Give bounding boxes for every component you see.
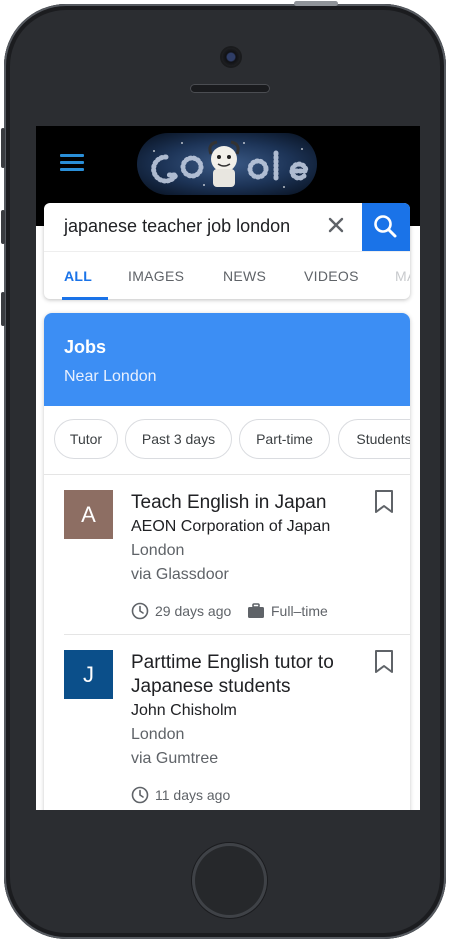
job-title[interactable]: Parttime English tutor to Japanese stude… bbox=[131, 651, 361, 699]
job-location: London bbox=[131, 726, 185, 743]
close-icon[interactable] bbox=[324, 213, 348, 237]
job-company: AEON Corporation of Japan bbox=[131, 518, 331, 535]
bookmark-icon[interactable] bbox=[374, 490, 394, 514]
filter-chip-students[interactable]: Students bbox=[338, 419, 410, 459]
company-logo: A bbox=[64, 490, 113, 539]
home-button[interactable] bbox=[192, 843, 267, 918]
google-doodle-logo[interactable] bbox=[134, 129, 320, 199]
briefcase-icon bbox=[248, 603, 264, 618]
filter-chip-tutor[interactable]: Tutor bbox=[54, 419, 118, 459]
posted-date: 29 days ago bbox=[131, 602, 231, 620]
job-type-label: Full–time bbox=[271, 603, 328, 619]
posted-label: 29 days ago bbox=[155, 603, 232, 619]
jobs-title: Jobs bbox=[64, 337, 107, 357]
power-button bbox=[294, 1, 338, 6]
volume-down-button bbox=[1, 292, 5, 326]
front-camera bbox=[222, 48, 240, 66]
jobs-header[interactable]: Jobs Near London bbox=[44, 313, 410, 406]
search-tabs: ALL IMAGES NEWS VIDEOS MAPS bbox=[44, 251, 410, 300]
volume-up-button bbox=[1, 210, 5, 244]
tab-images[interactable]: IMAGES bbox=[128, 268, 184, 284]
active-tab-indicator bbox=[62, 297, 108, 300]
search-input[interactable]: japanese teacher job london bbox=[64, 216, 290, 237]
mute-switch bbox=[1, 128, 5, 168]
posted-label: 11 days ago bbox=[155, 787, 231, 803]
jobs-location: Near London bbox=[64, 368, 157, 385]
bookmark-icon[interactable] bbox=[374, 650, 394, 674]
job-listing[interactable]: J Parttime English tutor to Japanese stu… bbox=[44, 634, 410, 810]
tab-news[interactable]: NEWS bbox=[223, 268, 266, 284]
earpiece-speaker bbox=[190, 84, 270, 93]
clock-icon bbox=[131, 602, 149, 620]
job-title[interactable]: Teach English in Japan bbox=[131, 491, 361, 515]
job-company: John Chisholm bbox=[131, 702, 237, 719]
clock-icon bbox=[131, 786, 149, 804]
search-icon bbox=[374, 215, 397, 238]
filter-chip-part-time[interactable]: Part-time bbox=[239, 419, 330, 459]
job-listing[interactable]: A Teach English in Japan AEON Corporatio… bbox=[44, 474, 410, 635]
filter-chips: Tutor Past 3 days Part-time Students bbox=[44, 406, 410, 475]
job-location: London bbox=[131, 542, 185, 559]
job-type: Full–time bbox=[247, 602, 328, 620]
search-button[interactable] bbox=[362, 203, 410, 251]
menu-icon[interactable] bbox=[60, 154, 84, 172]
company-logo: J bbox=[64, 650, 113, 699]
job-source: via Gumtree bbox=[131, 750, 219, 767]
posted-date: 11 days ago bbox=[131, 786, 230, 804]
job-source: via Glassdoor bbox=[131, 566, 229, 583]
tab-videos[interactable]: VIDEOS bbox=[304, 268, 359, 284]
filter-chip-past-3-days[interactable]: Past 3 days bbox=[125, 419, 232, 459]
search-box: japanese teacher job london ALL IMAGES N… bbox=[44, 203, 410, 300]
tab-all[interactable]: ALL bbox=[64, 268, 92, 284]
jobs-card: Jobs Near London Tutor Past 3 days Part-… bbox=[44, 313, 410, 810]
screen: japanese teacher job london ALL IMAGES N… bbox=[36, 126, 420, 810]
tab-maps[interactable]: MAPS bbox=[395, 268, 410, 284]
